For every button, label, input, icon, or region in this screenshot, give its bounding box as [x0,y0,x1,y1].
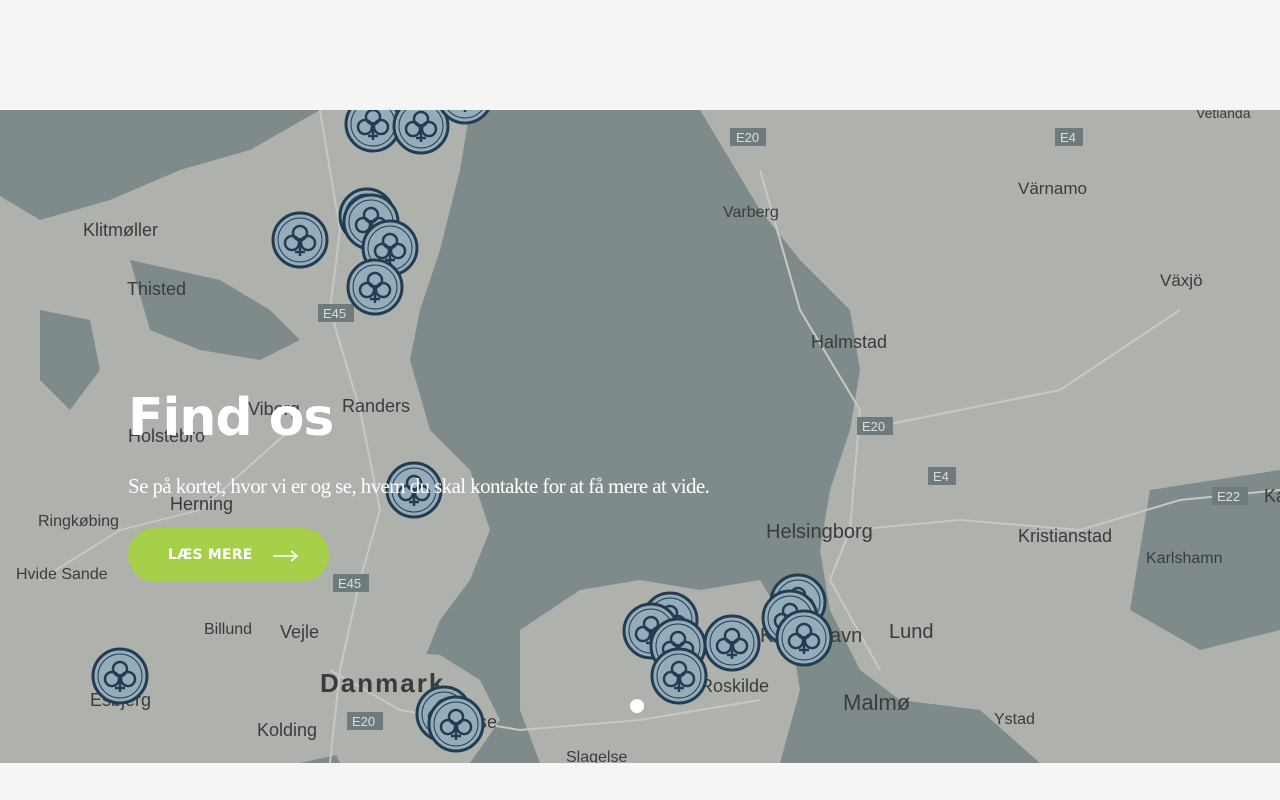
read-more-button[interactable]: LÆS MERE [128,528,329,582]
hero-map-slider: E20 E4 E45 E45 E20 E4 E22 E20 Klitmøller… [0,110,1280,763]
read-more-label: LÆS MERE [168,547,253,563]
slider-dot-active[interactable] [630,699,644,713]
hero-description: Se på kortet, hvor vi er og se, hvem du … [128,474,710,498]
hero-title: Find os [128,388,334,448]
bottom-bar [0,763,1280,800]
arrow-right-icon [272,549,299,562]
top-header-bar [0,0,1280,110]
